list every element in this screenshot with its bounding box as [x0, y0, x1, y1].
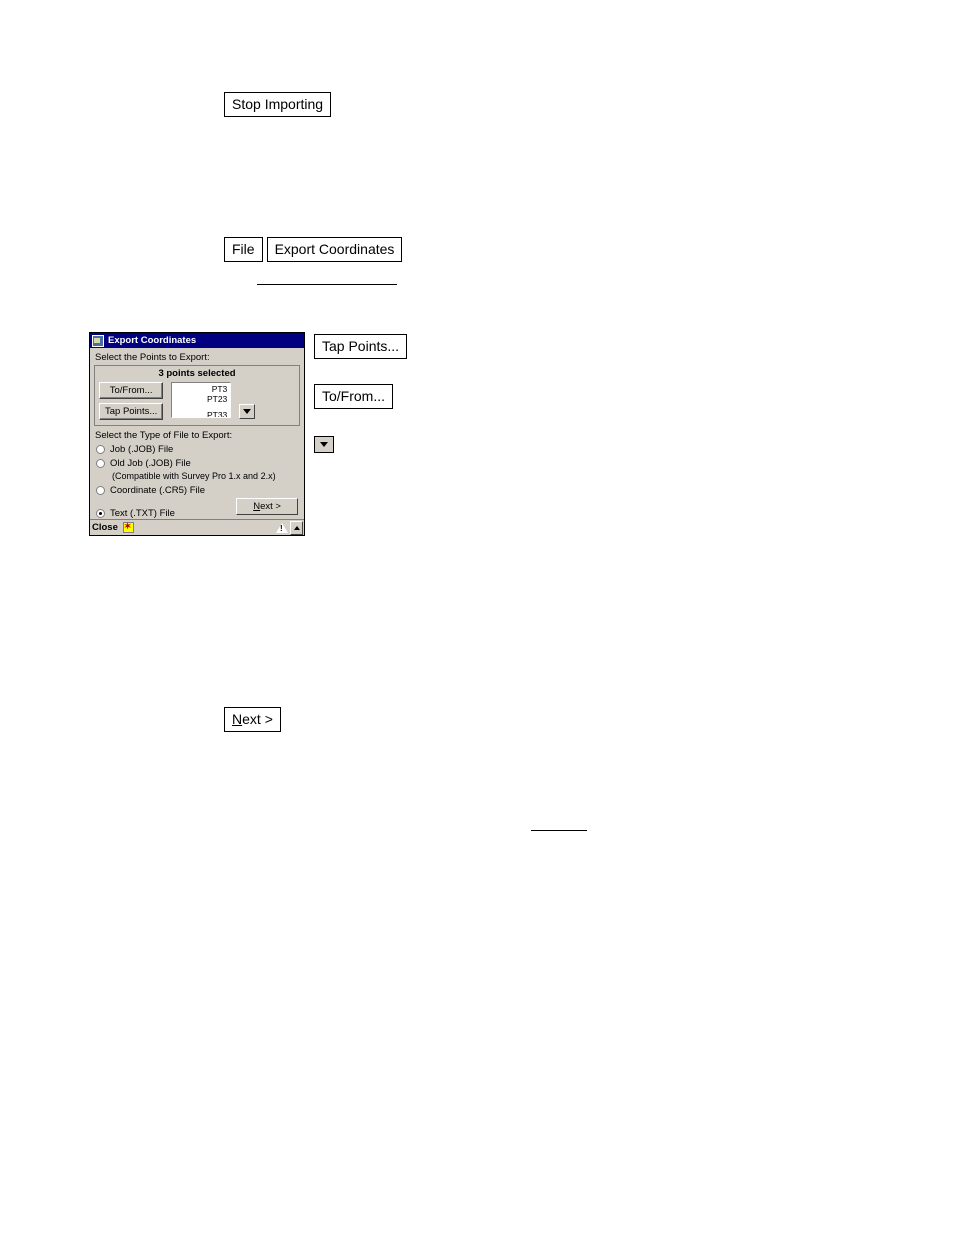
to-from-button[interactable]: To/From... — [99, 382, 164, 399]
dialog-client-area: Select the Points to Export: 3 points se… — [90, 348, 304, 519]
export-coordinates-dialog: Export Coordinates Select the Points to … — [89, 332, 305, 536]
radio-text-txt-file[interactable]: Text (.TXT) File — [96, 508, 175, 519]
radio-label: Text (.TXT) File — [110, 508, 175, 519]
app-icon — [92, 334, 104, 347]
callout-stop-importing-button[interactable]: Stop Importing — [224, 92, 332, 117]
warning-triangle-icon[interactable] — [276, 522, 288, 533]
radio-label: Old Job (.JOB) File — [110, 458, 191, 469]
list-item[interactable]: PT33 — [207, 410, 227, 417]
radio-label: Job (.JOB) File — [110, 444, 174, 455]
radio-job-job-file[interactable]: Job (.JOB) File — [96, 444, 300, 455]
callout-dropdown-button[interactable] — [314, 436, 334, 453]
radio-old-job-file[interactable]: Old Job (.JOB) File — [96, 458, 300, 469]
radio-coordinate-cr5-file[interactable]: Coordinate (.CR5) File — [96, 485, 300, 496]
select-points-label: Select the Points to Export: — [95, 352, 210, 363]
scroll-up-button[interactable] — [290, 520, 303, 535]
tap-points-button[interactable]: Tap Points... — [99, 403, 164, 420]
callout-next-label: ext > — [242, 711, 273, 727]
divider-rule-top — [257, 284, 397, 285]
radio-label: Coordinate (.CR5) File — [110, 485, 206, 496]
radio-icon-selected — [96, 509, 105, 518]
dialog-title: Export Coordinates — [108, 335, 197, 346]
callout-next-button[interactable]: Next > — [224, 707, 281, 732]
points-selected-heading: 3 points selected — [158, 368, 236, 379]
close-button[interactable]: Close — [92, 522, 118, 533]
points-group: 3 points selected To/From... Tap Points.… — [94, 365, 300, 426]
divider-rule-bottom — [531, 830, 587, 831]
scroll-up-icon — [293, 525, 300, 530]
radio-icon — [96, 486, 105, 495]
radio-icon — [96, 459, 105, 468]
next-button-label: ext > — [260, 501, 281, 512]
chevron-down-icon — [320, 442, 328, 447]
select-file-type-label: Select the Type of File to Export: — [95, 430, 233, 441]
points-listbox[interactable]: PT3 PT23 PT33 — [171, 382, 232, 418]
next-button[interactable]: Next > — [236, 498, 298, 515]
chevron-down-icon — [243, 409, 252, 414]
callout-next-mnemonic: N — [232, 711, 243, 727]
callout-to-from-button[interactable]: To/From... — [314, 384, 394, 409]
dialog-titlebar: Export Coordinates — [90, 333, 304, 348]
old-job-compat-note: (Compatible with Survey Pro 1.x and 2.x) — [112, 471, 276, 481]
list-item[interactable]: PT23 — [172, 394, 227, 404]
star-icon[interactable] — [122, 521, 134, 533]
points-list-dropdown-button[interactable] — [239, 404, 256, 419]
radio-icon — [96, 445, 105, 454]
callout-file-menu-button[interactable]: File — [224, 237, 263, 262]
callout-tap-points-button[interactable]: Tap Points... — [314, 334, 408, 359]
list-item[interactable]: PT3 — [172, 384, 228, 394]
dialog-statusbar: Close — [90, 519, 304, 535]
callout-export-coordinates-button[interactable]: Export Coordinates — [266, 237, 403, 262]
